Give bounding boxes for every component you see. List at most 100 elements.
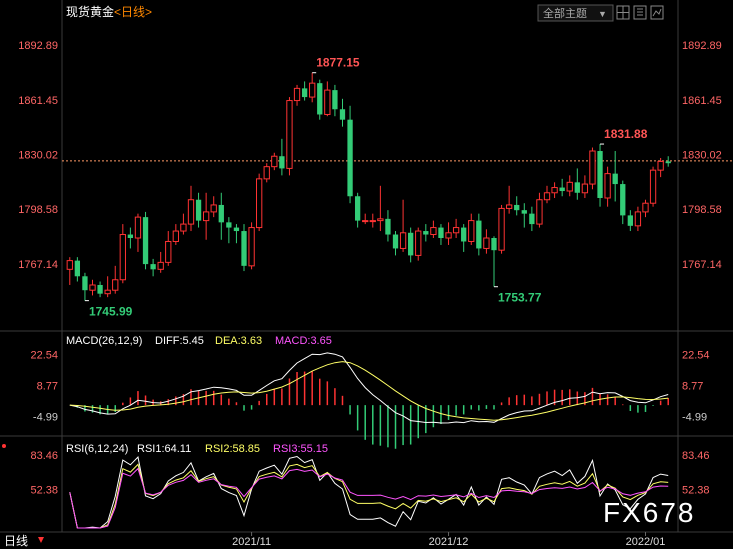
candle-body-down xyxy=(627,215,633,226)
chevron-down-icon: ▼ xyxy=(598,9,607,19)
macd-tick-label-left: -4.99 xyxy=(33,411,58,423)
candle-body-down xyxy=(74,260,81,277)
chart-background xyxy=(0,0,733,549)
annotation-low1-label: 1745.99 xyxy=(89,305,133,319)
rsi1-label: RSI1:64.11 xyxy=(137,443,191,455)
price-tick-label-right: 1861.45 xyxy=(682,95,722,107)
candle-body-up xyxy=(399,232,407,249)
candle-body-up xyxy=(362,220,369,223)
candle-body-up xyxy=(172,230,179,242)
candle-body-up xyxy=(445,232,452,239)
candle-body-up xyxy=(377,218,384,222)
candle-body-down xyxy=(82,276,88,291)
candle-body-up xyxy=(452,227,460,234)
candle-body-down xyxy=(385,218,391,235)
candle-body-up xyxy=(657,160,664,171)
candle-body-up xyxy=(180,223,187,232)
theme-dropdown-label: 全部主题 xyxy=(543,6,587,20)
candle-body-down xyxy=(241,231,247,266)
candle-body-up xyxy=(286,100,293,169)
candle-body-up xyxy=(415,230,422,256)
candle-body-up xyxy=(483,237,490,249)
candle-body-down xyxy=(574,182,580,193)
date-tick-label: 2021/12 xyxy=(429,536,469,548)
candle-body-up xyxy=(369,220,376,223)
candle-body-up xyxy=(256,178,263,229)
rsi3-label: RSI3:55.15 xyxy=(273,443,328,455)
macd-tick-label-right: 22.54 xyxy=(682,350,710,362)
price-tick-label-right: 1830.02 xyxy=(682,149,722,161)
candle-body-down xyxy=(226,222,232,228)
price-tick-label-left: 1892.89 xyxy=(18,40,58,52)
candle-body-up xyxy=(581,183,589,194)
candle-body-down xyxy=(514,204,520,211)
candle-body-up xyxy=(604,173,611,199)
rsi-tick-label-right: 52.38 xyxy=(682,485,710,497)
candle-body-up xyxy=(430,227,437,236)
candle-body-down xyxy=(150,264,156,270)
candle-body-down xyxy=(347,119,353,197)
price-tick-label-left: 1861.45 xyxy=(18,95,58,107)
candle-body-down xyxy=(438,227,444,239)
candle-body-down xyxy=(127,234,134,239)
candle-body-up xyxy=(187,199,195,225)
candle-body-up xyxy=(293,87,301,102)
candle-body-up xyxy=(271,155,278,168)
candle-body-down xyxy=(620,184,626,216)
price-tick-label-left: 1767.14 xyxy=(18,259,58,271)
date-tick-label: 2022/01 xyxy=(626,536,666,548)
candle-body-down xyxy=(233,227,240,232)
candle-body-up xyxy=(165,240,172,263)
rsi2-label: RSI2:58.85 xyxy=(205,443,260,455)
candle-body-up xyxy=(112,279,119,291)
candle-body-down xyxy=(301,88,308,98)
candle-body-up xyxy=(566,181,573,192)
footer-period-label[interactable]: 日线 xyxy=(4,534,28,548)
candle-body-up xyxy=(157,261,164,270)
macd-tick-label-right: 8.77 xyxy=(682,381,703,393)
candle-body-down xyxy=(408,232,414,256)
price-tick-label-left: 1798.58 xyxy=(18,204,58,216)
candle-body-up xyxy=(498,207,505,251)
macd-title: MACD(26,12,9) xyxy=(66,335,142,347)
candle-body-up xyxy=(104,289,111,295)
candle-body-down xyxy=(339,109,346,120)
candle-body-up xyxy=(505,204,513,209)
candle-body-down xyxy=(612,173,618,185)
candle-body-down xyxy=(317,83,323,115)
candle-body-up xyxy=(634,211,642,227)
annotation-high-label: 1877.15 xyxy=(316,56,360,70)
candle-body-up xyxy=(248,227,255,267)
candle-body-up xyxy=(210,204,217,213)
candle-body-down xyxy=(279,156,285,169)
candle-body-down xyxy=(332,90,338,110)
rsi-tick-label-left: 83.46 xyxy=(30,450,58,462)
candle-body-down xyxy=(423,231,429,235)
price-tick-label-right: 1767.14 xyxy=(682,259,722,271)
candle-body-up xyxy=(543,192,551,201)
annotation-mid-high-label: 1831.88 xyxy=(604,127,648,141)
candle-body-up xyxy=(551,187,558,194)
candle-body-down xyxy=(665,161,671,164)
price-tick-label-right: 1892.89 xyxy=(682,40,722,52)
chart-canvas: 现货黄金 <日线> 全部主题 ▼ 1892.89 1861.45 1830.02 17… xyxy=(0,0,733,549)
fx678-watermark: FX678 xyxy=(603,497,696,528)
candle-body-up xyxy=(202,211,210,222)
rsi-tick-label-right: 83.46 xyxy=(682,450,710,462)
candle-body-down xyxy=(559,187,565,192)
candle-body-down xyxy=(597,151,603,198)
rsi-marker-dot xyxy=(2,444,6,448)
candle-body-up xyxy=(134,216,142,239)
candle-body-up xyxy=(589,150,596,185)
candle-body-up xyxy=(119,234,126,281)
price-tick-label-left: 1830.02 xyxy=(18,149,58,161)
rsi-title: RSI(6,12,24) xyxy=(66,443,128,455)
candle-body-up xyxy=(89,284,96,291)
period-label[interactable]: <日线> xyxy=(114,5,152,19)
candle-body-down xyxy=(529,213,535,225)
macd-value-label: MACD:3.65 xyxy=(275,335,332,347)
candle-body-down xyxy=(195,199,202,221)
candle-body-down xyxy=(491,238,497,251)
theme-dropdown[interactable]: 全部主题 ▼ xyxy=(537,4,614,22)
macd-diff-label: DIFF:5.45 xyxy=(155,335,204,347)
